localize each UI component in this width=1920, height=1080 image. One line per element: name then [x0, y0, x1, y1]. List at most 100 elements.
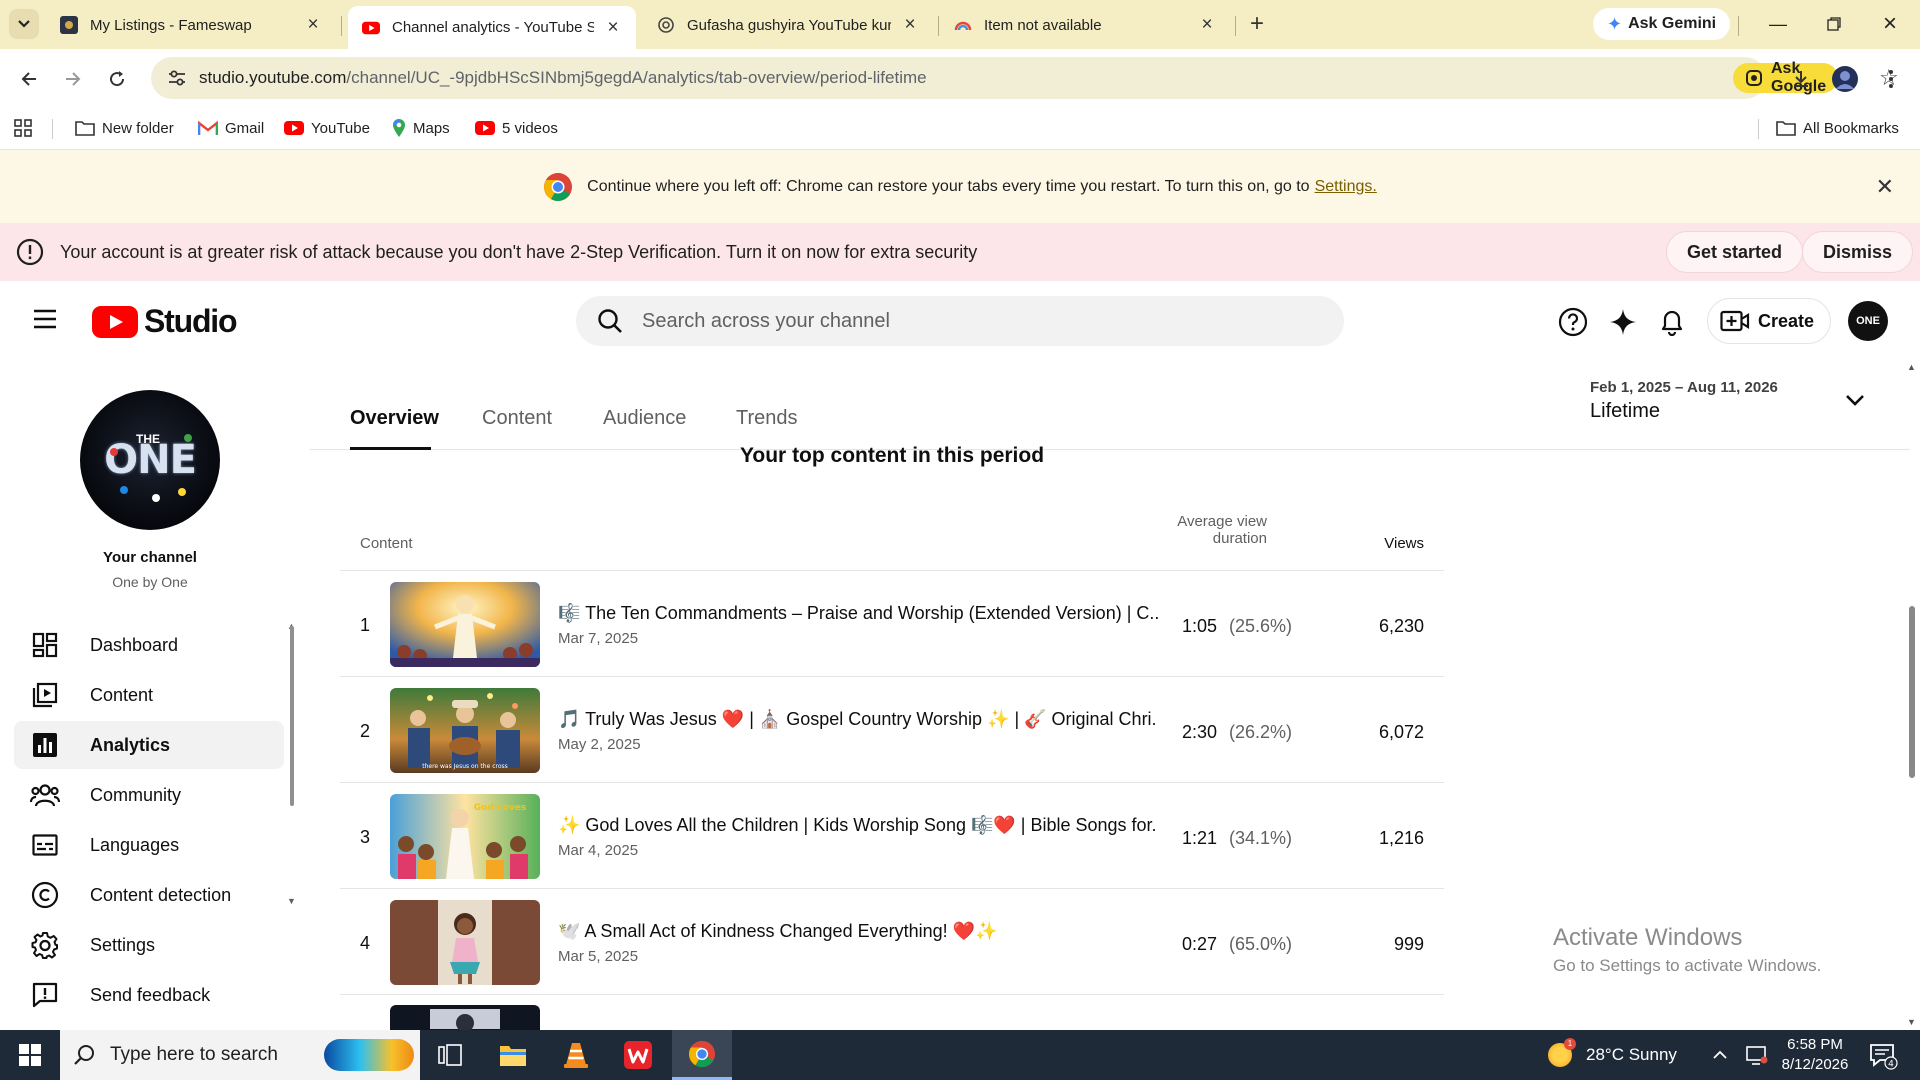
sidebar-item-analytics[interactable]: Analytics — [14, 721, 284, 769]
table-row[interactable] — [340, 995, 1444, 1030]
sidebar-scrollbar[interactable] — [290, 626, 294, 806]
new-tab-button[interactable]: + — [1244, 12, 1270, 38]
task-view-button[interactable] — [422, 1030, 478, 1080]
vlc-icon — [564, 1043, 588, 1068]
bookmark-youtube[interactable]: YouTube — [284, 116, 370, 140]
video-thumbnail[interactable]: there was Jesus on the cross — [390, 688, 540, 773]
column-header-views[interactable]: Views — [1384, 535, 1424, 552]
page-scroll-up-icon[interactable]: ▲ — [1907, 362, 1916, 372]
video-thumbnail[interactable] — [390, 1005, 540, 1030]
chevron-up-icon[interactable] — [1712, 1050, 1728, 1060]
back-button[interactable] — [14, 64, 44, 94]
table-row[interactable]: 4 🕊️ A Small Act of Kindness Changed Eve… — [340, 889, 1444, 995]
channel-search-bar[interactable] — [576, 296, 1344, 346]
video-title[interactable]: 🎵 Truly Was Jesus ❤️ | ⛪ Gospel Country … — [558, 709, 1158, 730]
url-text[interactable]: studio.youtube.com/channel/UC_-9pjdbHScS… — [199, 68, 927, 88]
period-selector[interactable]: Feb 1, 2025 – Aug 11, 2026 Lifetime — [1590, 379, 1778, 423]
video-thumbnail[interactable]: God Loves — [390, 794, 540, 879]
chevron-down-icon[interactable] — [1845, 394, 1865, 406]
browser-tab-gufasha[interactable]: Gufasha gushyira YouTube kuri × — [643, 6, 933, 44]
all-bookmarks-button[interactable]: All Bookmarks — [1776, 116, 1899, 140]
notifications-button[interactable] — [1657, 307, 1687, 337]
browser-tab-fameswap[interactable]: My Listings - Fameswap × — [46, 6, 336, 44]
channel-search-input[interactable] — [642, 309, 1242, 333]
bookmark-5-videos[interactable]: 5 videos — [475, 116, 558, 140]
minimize-window-button[interactable]: — — [1758, 10, 1798, 38]
forward-button[interactable] — [58, 64, 88, 94]
channel-avatar-small-text: THE — [136, 432, 160, 446]
close-infobar-icon[interactable]: ✕ — [1876, 174, 1894, 200]
studio-logo[interactable]: Studio — [92, 303, 238, 340]
browser-menu-button[interactable] — [1876, 64, 1906, 94]
sidebar-item-dashboard[interactable]: Dashboard — [14, 621, 284, 669]
close-tab-icon[interactable]: × — [604, 17, 622, 38]
views-count: 6,230 — [1378, 616, 1424, 636]
reload-button[interactable] — [102, 64, 132, 94]
video-thumbnail[interactable] — [390, 582, 540, 667]
get-started-button[interactable]: Get started — [1666, 231, 1804, 273]
restore-window-button[interactable] — [1814, 10, 1854, 38]
bookmark-gmail[interactable]: Gmail — [198, 116, 264, 140]
video-title[interactable]: 🕊️ A Small Act of Kindness Changed Every… — [558, 921, 1158, 942]
dismiss-button[interactable]: Dismiss — [1802, 231, 1914, 273]
chrome-taskbar-button[interactable] — [672, 1030, 732, 1080]
create-button[interactable]: Create — [1707, 298, 1832, 344]
network-icon[interactable] — [1746, 1045, 1768, 1065]
page-scrollbar[interactable] — [1909, 606, 1915, 778]
table-row[interactable]: 2 there was Jesus on the cross 🎵 Truly W… — [340, 677, 1444, 783]
ask-gemini-button[interactable]: ✦ Ask Gemini — [1593, 8, 1731, 40]
video-title[interactable]: 🎼 The Ten Commandments – Praise and Wors… — [558, 603, 1158, 624]
sidebar-item-content-detection[interactable]: Content detection — [14, 871, 284, 919]
close-tab-icon[interactable]: × — [304, 14, 322, 35]
sidebar-item-content[interactable]: Content — [14, 671, 284, 719]
tab-trends[interactable]: Trends — [736, 407, 798, 430]
tab-overview[interactable]: Overview — [350, 407, 439, 430]
sidebar-item-community[interactable]: Community — [14, 771, 284, 819]
page-scroll-down-icon[interactable]: ▼ — [1907, 1017, 1916, 1027]
menu-button[interactable] — [32, 308, 58, 330]
close-tab-icon[interactable]: × — [901, 14, 919, 35]
taskbar-clock[interactable]: 6:58 PM 8/12/2026 — [1770, 1035, 1860, 1075]
downloads-button[interactable] — [1786, 64, 1816, 94]
address-bar[interactable]: studio.youtube.com/channel/UC_-9pjdbHScS… — [151, 57, 1899, 99]
sidebar-item-send-feedback[interactable]: Send feedback — [14, 971, 284, 1019]
vlc-button[interactable] — [548, 1030, 604, 1080]
sun-icon: 1 — [1548, 1038, 1576, 1067]
video-thumbnail[interactable] — [390, 900, 540, 985]
close-window-button[interactable]: × — [1870, 10, 1910, 38]
channel-avatar[interactable]: THE ONE — [80, 390, 220, 530]
bookmark-maps[interactable]: Maps — [392, 116, 450, 140]
sidebar-item-languages[interactable]: Languages — [14, 821, 284, 869]
sidebar-scroll-down-icon[interactable]: ▼ — [287, 896, 296, 906]
chevron-down-icon — [18, 20, 30, 28]
start-button[interactable] — [0, 1030, 60, 1080]
tab-content[interactable]: Content — [482, 407, 552, 430]
tab-audience[interactable]: Audience — [603, 407, 686, 430]
column-header-line: Average view — [1177, 513, 1267, 530]
weather-text: 28°C Sunny — [1586, 1045, 1677, 1064]
account-avatar[interactable]: ONE — [1848, 301, 1888, 341]
bookmark-new-folder[interactable]: New folder — [75, 116, 174, 140]
weather-widget[interactable]: 1 28°C Sunny — [1548, 1030, 1677, 1080]
sidebar-item-settings[interactable]: Settings — [14, 921, 284, 969]
table-row[interactable]: 1 🎼 The Ten Commandments – Praise and Wo… — [340, 571, 1444, 677]
tab-search-dropdown[interactable] — [9, 9, 39, 39]
help-button[interactable] — [1558, 307, 1588, 337]
video-title[interactable]: ✨ God Loves All the Children | Kids Wors… — [558, 815, 1158, 836]
file-explorer-button[interactable] — [485, 1030, 541, 1080]
column-header-avg-view-duration[interactable]: Average view duration — [1160, 513, 1267, 547]
restore-settings-link[interactable]: Settings. — [1315, 178, 1377, 196]
site-info-icon[interactable] — [165, 66, 189, 90]
profile-button[interactable] — [1830, 64, 1860, 94]
browser-tab-youtube-studio[interactable]: Channel analytics - YouTube Studio × — [348, 6, 636, 49]
apps-grid-icon — [14, 119, 32, 137]
action-center-button[interactable]: 4 — [1868, 1040, 1898, 1070]
close-tab-icon[interactable]: × — [1198, 14, 1216, 35]
ai-features-button[interactable] — [1608, 307, 1638, 337]
wps-office-button[interactable] — [610, 1030, 666, 1080]
table-row[interactable]: 3 God Loves ✨ God Loves All the Children… — [340, 783, 1444, 889]
views-count: 6,072 — [1378, 722, 1424, 742]
apps-button[interactable] — [14, 116, 32, 140]
taskbar-search[interactable]: Type here to search — [60, 1030, 420, 1080]
browser-tab-item-not-available[interactable]: Item not available × — [940, 6, 1230, 44]
